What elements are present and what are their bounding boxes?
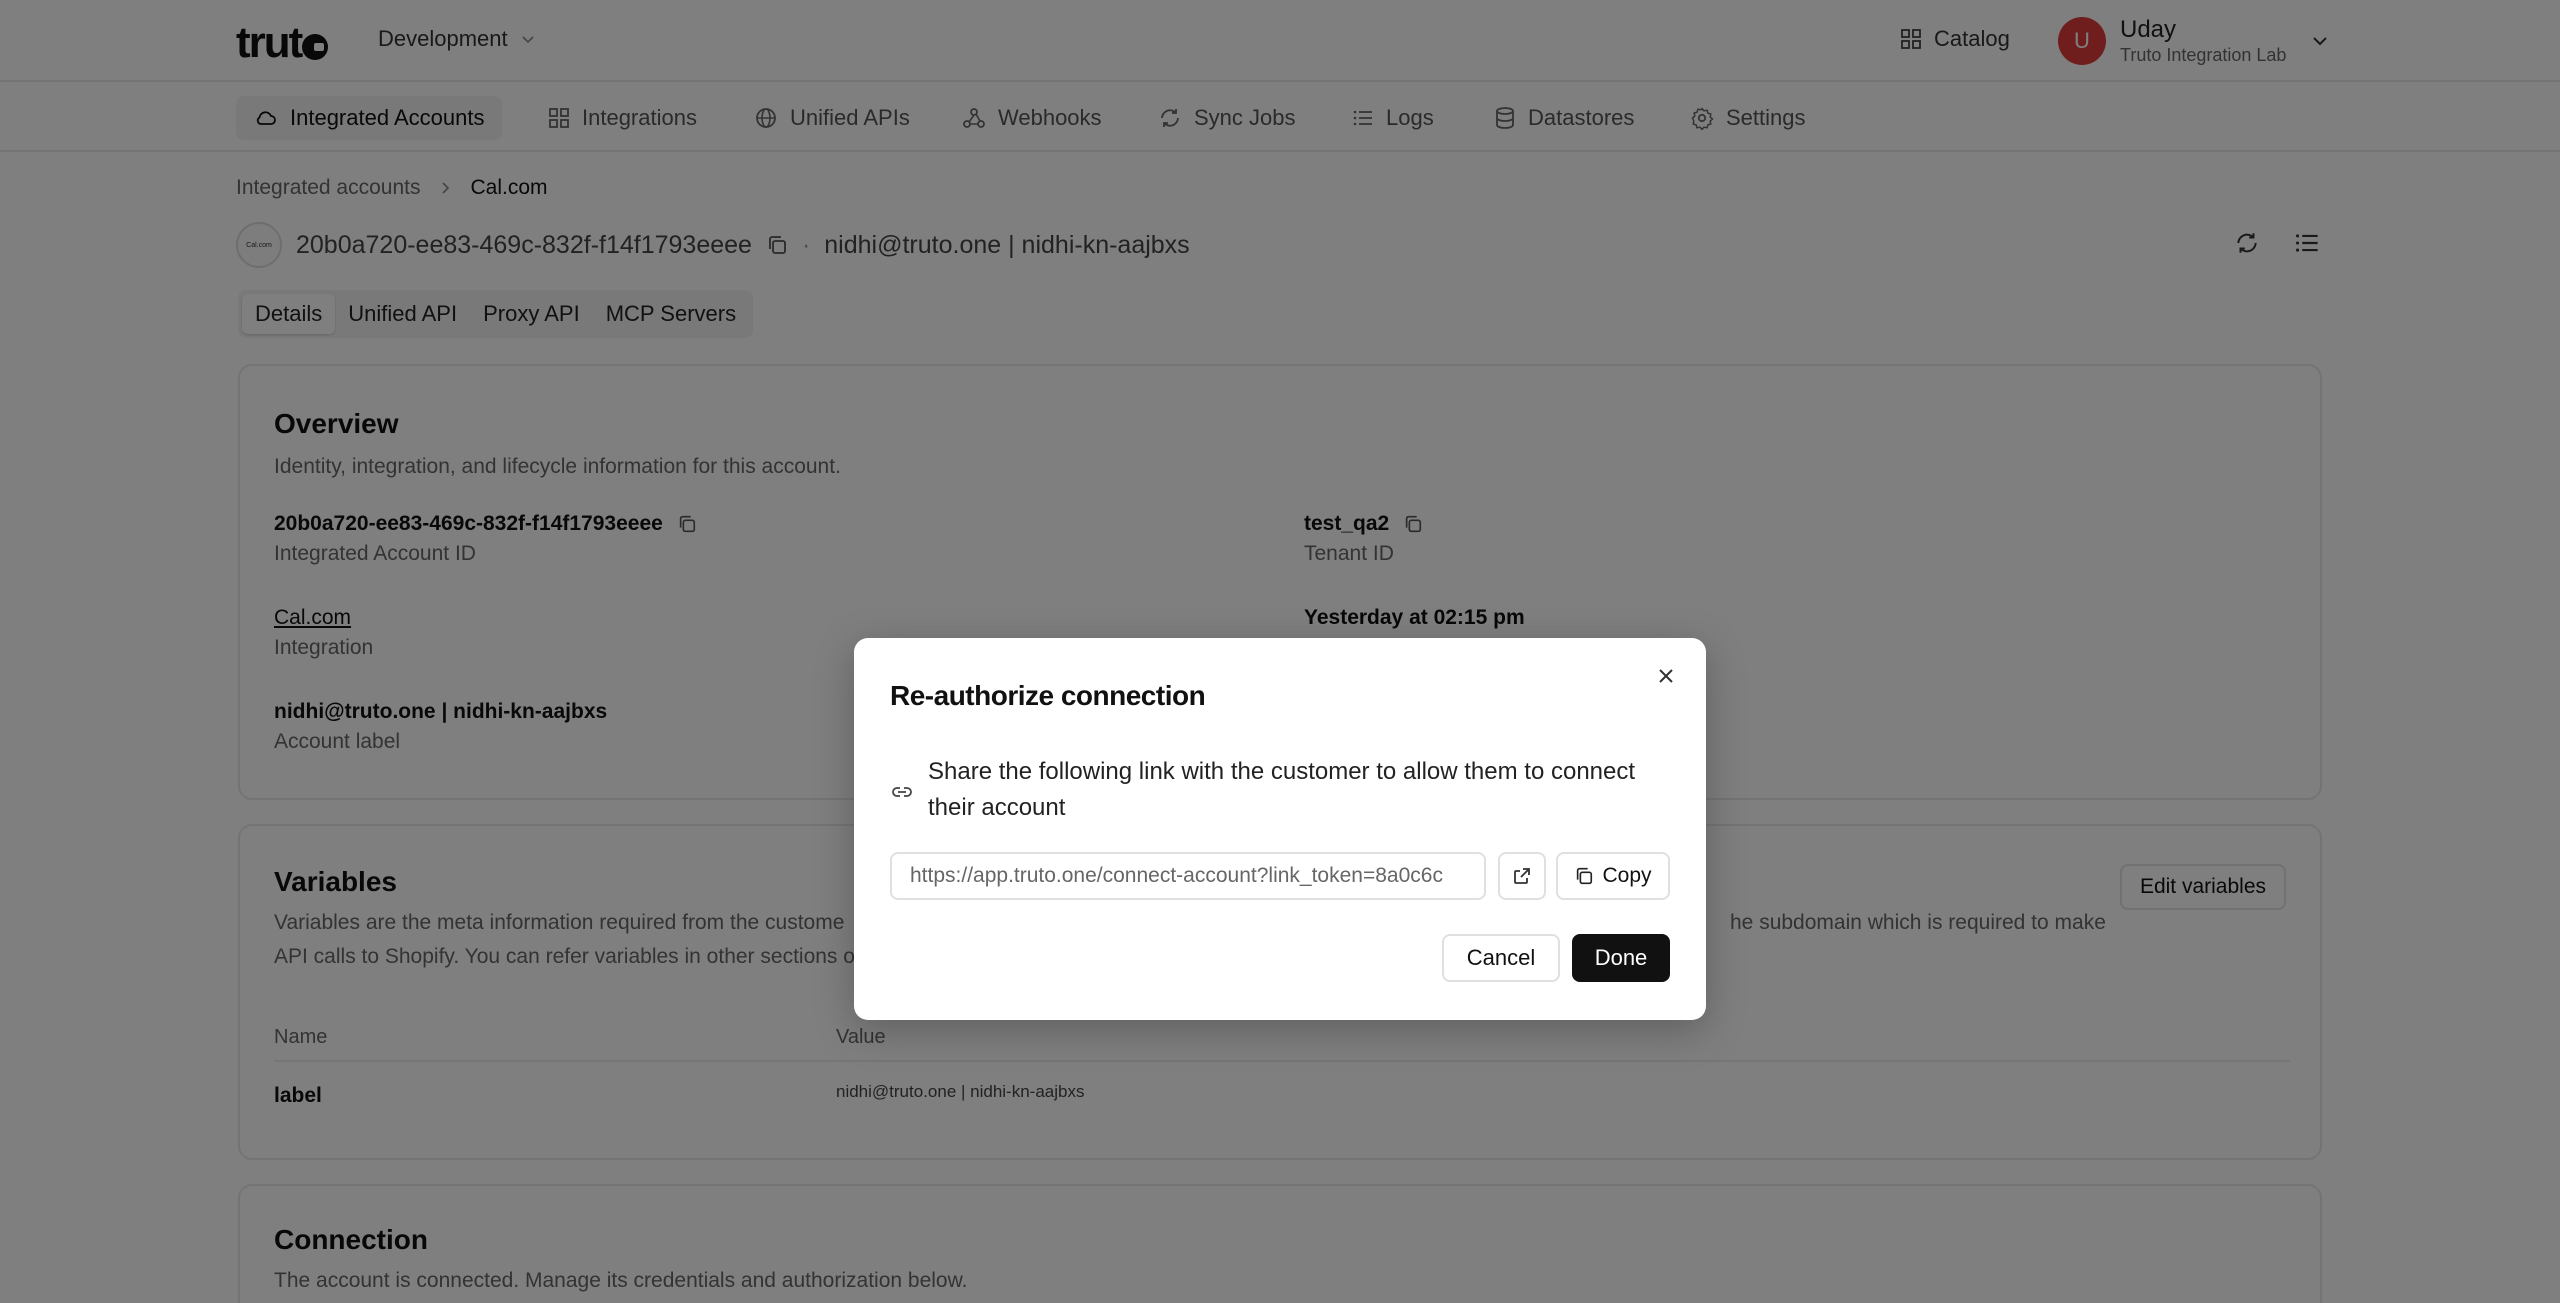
connect-link-input[interactable] <box>890 852 1486 900</box>
link-icon <box>890 758 914 826</box>
cancel-button[interactable]: Cancel <box>1442 934 1560 982</box>
copy-icon <box>1574 866 1594 886</box>
copy-link-button[interactable]: Copy <box>1556 852 1670 900</box>
open-link-button[interactable] <box>1498 852 1546 900</box>
dialog-message: Share the following link with the custom… <box>890 754 1670 826</box>
reauthorize-dialog: Re-authorize connection Share the follow… <box>854 638 1706 1020</box>
external-link-icon <box>1512 866 1532 886</box>
dialog-title: Re-authorize connection <box>890 680 1206 711</box>
done-button[interactable]: Done <box>1572 934 1670 982</box>
close-icon[interactable] <box>1652 662 1680 690</box>
